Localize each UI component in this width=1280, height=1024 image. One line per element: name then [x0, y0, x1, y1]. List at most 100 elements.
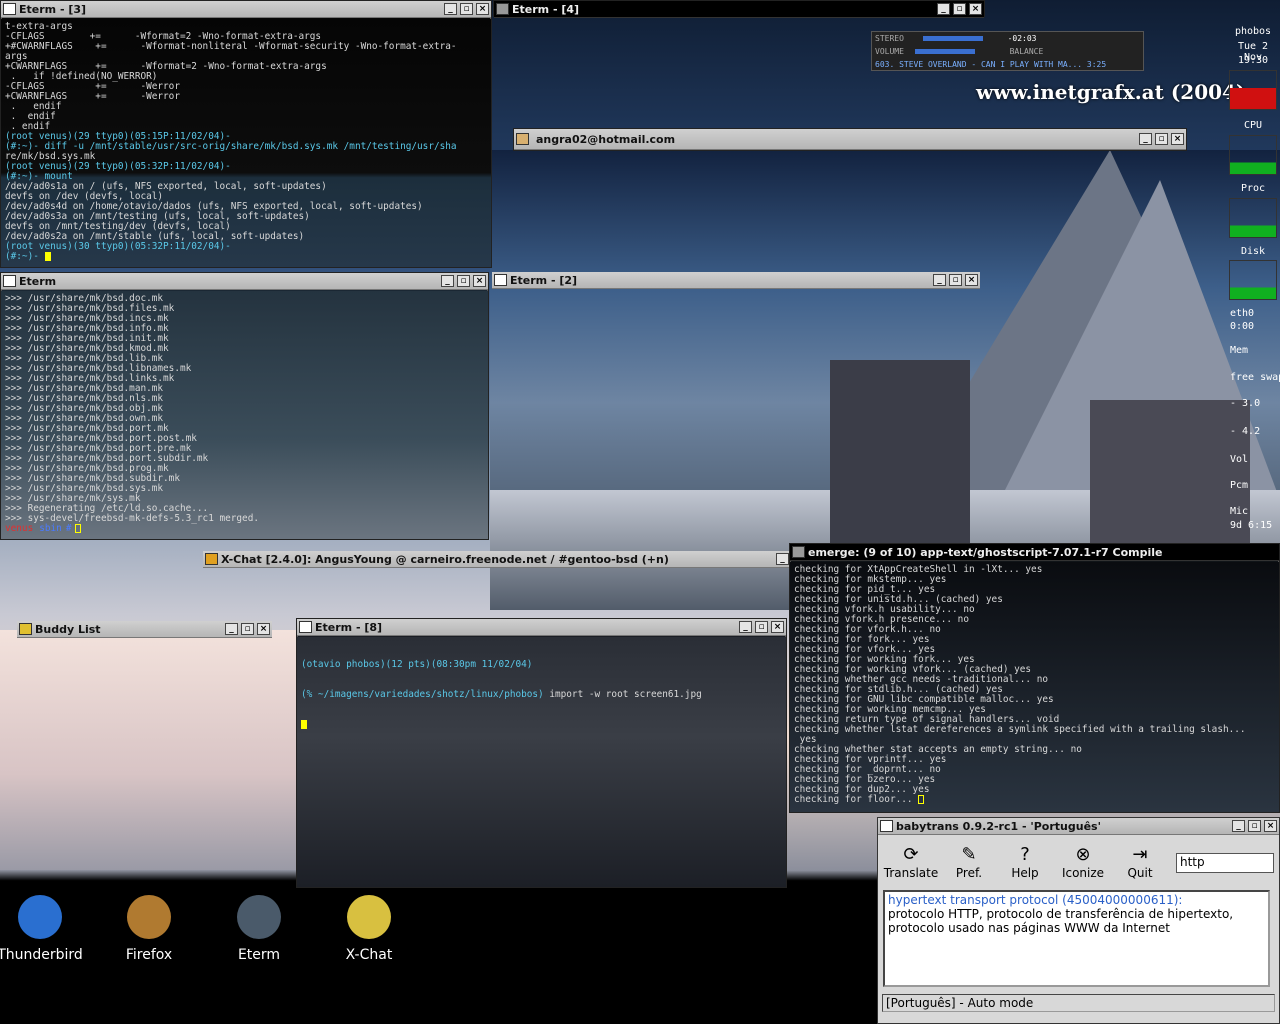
translation-output[interactable]: hypertext transport protocol (4500400000…: [883, 890, 1270, 987]
window-menu-icon[interactable]: [880, 820, 893, 832]
close-icon[interactable]: ×: [965, 274, 978, 286]
close-icon[interactable]: ×: [969, 3, 982, 15]
window-menu-icon[interactable]: [3, 275, 16, 287]
terminal-line: (root venus)(30 ttyp0)(05:32P:11/02/04)-: [5, 241, 231, 252]
maximize-icon[interactable]: ▫: [460, 3, 473, 15]
maximize-icon[interactable]: ▫: [949, 274, 962, 286]
pref-button[interactable]: ✎ Pref.: [939, 844, 999, 880]
buddy-list-titlebar[interactable]: Buddy List _ ▫ ×: [17, 621, 272, 638]
xmms-level-bar: [922, 36, 983, 41]
eterm3-titlebar[interactable]: Eterm - [3] _ ▫ ×: [1, 1, 491, 18]
minimize-icon[interactable]: _: [1232, 820, 1245, 832]
conky-swap-label: free swap: [1230, 372, 1280, 383]
close-icon[interactable]: ×: [1171, 133, 1184, 145]
prompt-host: venus: [5, 523, 34, 534]
window-title: Eterm: [19, 275, 57, 288]
eterm4-titlebar[interactable]: Eterm - [4] _ ▫ ×: [494, 1, 984, 18]
conky-mem-label: Mem: [1230, 345, 1249, 356]
msn-window[interactable]: angra02@hotmail.com _ ▫ ×: [513, 128, 1187, 151]
status-bar: [Português] - Auto mode: [882, 994, 1275, 1012]
window-menu-icon[interactable]: [3, 3, 16, 15]
xmms-volume-slider[interactable]: [914, 49, 975, 54]
close-icon[interactable]: ×: [771, 621, 784, 633]
translate-icon: ⟳: [903, 844, 919, 865]
close-icon[interactable]: ×: [1264, 820, 1277, 832]
eterm8-window[interactable]: Eterm - [8] _ ▫ × (otavio phobos)(12 pts)(…: [296, 618, 787, 888]
eterm2-window[interactable]: Eterm - [2] _ ▫ ×: [492, 272, 980, 289]
search-input[interactable]: http: [1176, 853, 1274, 873]
minimize-icon[interactable]: _: [225, 623, 238, 635]
close-icon[interactable]: ×: [476, 3, 489, 15]
babytrans-window[interactable]: babytrans 0.9.2-rc1 - 'Português' _ ▫ × ⟳ T…: [877, 817, 1280, 1024]
toolbar-label: Translate: [883, 866, 939, 880]
conky-pcm-label: Pcm: [1230, 480, 1249, 491]
desktop-icon-label: Eterm: [237, 947, 281, 963]
terminal-line: (root venus)(29 ttyp0)(05:32P:11/02/04)-: [5, 161, 231, 172]
desktop-icon-xchat[interactable]: X-Chat: [324, 895, 414, 963]
prompt-path: (% ~/imagens/variedades/shotz/linux/phob…: [301, 689, 544, 700]
xmms-player[interactable]: STEREO -02:03 VOLUME BALANCE 603. STEVE …: [871, 31, 1144, 71]
terminal-line: . endif: [5, 101, 62, 112]
window-menu-icon[interactable]: [792, 546, 805, 558]
xchat-window[interactable]: X-Chat [2.4.0]: AngusYoung @ carneiro.fr…: [203, 551, 823, 568]
maximize-icon[interactable]: ▫: [1248, 820, 1261, 832]
eterm-main-terminal[interactable]: >>> /usr/share/mk/bsd.doc.mk >>> /usr/sha…: [1, 291, 488, 539]
terminal-line: checking for floor...: [794, 794, 919, 805]
msn-titlebar[interactable]: angra02@hotmail.com _ ▫ ×: [514, 129, 1186, 150]
xmms-time: -02:03: [1007, 34, 1037, 43]
desktop-icon-eterm[interactable]: Eterm: [214, 895, 304, 963]
terminal-line: checking whether lstat dereferences a sy…: [794, 724, 1246, 735]
maximize-icon[interactable]: ▫: [241, 623, 254, 635]
disk-graph: [1229, 198, 1277, 238]
eterm2-titlebar[interactable]: Eterm - [2] _ ▫ ×: [492, 272, 980, 289]
conky-value-2: - 4.2: [1230, 426, 1261, 437]
maximize-icon[interactable]: ▫: [457, 275, 470, 287]
desktop-icon-firefox[interactable]: Firefox: [104, 895, 194, 963]
conky-eth0-label: eth0: [1230, 308, 1255, 319]
wallpaper-mountain: [490, 150, 1280, 610]
eterm3-window[interactable]: Eterm - [3] _ ▫ × t-extra-args -CFLAGS += -…: [0, 0, 492, 268]
close-icon[interactable]: ×: [257, 623, 270, 635]
quit-button[interactable]: ⇥ Quit: [1110, 844, 1170, 880]
minimize-icon[interactable]: _: [444, 3, 457, 15]
quit-icon: ⇥: [1132, 844, 1148, 865]
emerge-terminal[interactable]: checking for XtAppCreateShell in -lXt...…: [790, 562, 1279, 812]
minimize-icon[interactable]: _: [739, 621, 752, 633]
eterm-main-titlebar[interactable]: Eterm _ ▫ ×: [1, 273, 488, 290]
help-button[interactable]: ? Help: [995, 844, 1055, 880]
xmms-sliders[interactable]: VOLUME BALANCE: [875, 46, 1140, 57]
conky-disk-label: Disk: [1240, 246, 1266, 257]
xmms-volume-label: VOLUME: [875, 47, 904, 56]
close-icon[interactable]: ×: [473, 275, 486, 287]
maximize-icon[interactable]: ▫: [755, 621, 768, 633]
babytrans-titlebar[interactable]: babytrans 0.9.2-rc1 - 'Português' _ ▫ ×: [878, 818, 1279, 835]
iconize-button[interactable]: ⊗ Iconize: [1053, 844, 1113, 880]
maximize-icon[interactable]: ▫: [953, 3, 966, 15]
eterm8-titlebar[interactable]: Eterm - [8] _ ▫ ×: [297, 619, 786, 636]
emerge-window[interactable]: emerge: (9 of 10) app-text/ghostscript-7…: [789, 543, 1280, 813]
wallpaper-snowfield: [0, 630, 300, 870]
eterm3-terminal[interactable]: t-extra-args -CFLAGS += -Wformat=2 -Wno-f…: [1, 19, 491, 267]
xchat-titlebar[interactable]: X-Chat [2.4.0]: AngusYoung @ carneiro.fr…: [203, 551, 823, 568]
window-menu-icon[interactable]: [496, 3, 509, 15]
minimize-icon[interactable]: _: [776, 553, 789, 565]
translation-line-2: protocolo usado nas páginas WWW da Inter…: [888, 921, 1170, 935]
window-menu-icon[interactable]: [494, 274, 507, 286]
translate-button[interactable]: ⟳ Translate: [881, 844, 941, 880]
maximize-icon[interactable]: ▫: [1155, 133, 1168, 145]
minimize-icon[interactable]: _: [937, 3, 950, 15]
minimize-icon[interactable]: _: [1139, 133, 1152, 145]
conky-uptime: 9d 6:15: [1230, 520, 1273, 531]
eterm-main-window[interactable]: Eterm _ ▫ × >>> /usr/share/mk/bsd.doc.mk >>…: [0, 272, 489, 540]
xmms-mode: STEREO: [875, 34, 904, 43]
eterm4-window[interactable]: Eterm - [4] _ ▫ ×: [493, 0, 985, 18]
terminal-line: . endif: [5, 111, 56, 122]
window-menu-icon[interactable]: [299, 621, 312, 633]
buddy-list-window[interactable]: Buddy List _ ▫ ×: [17, 621, 272, 638]
emerge-titlebar[interactable]: emerge: (9 of 10) app-text/ghostscript-7…: [790, 544, 1279, 561]
minimize-icon[interactable]: _: [933, 274, 946, 286]
desktop-icon-thunderbird[interactable]: Thunderbird: [0, 895, 85, 963]
toolbar-label: Help: [1011, 866, 1039, 880]
minimize-icon[interactable]: _: [441, 275, 454, 287]
eterm8-terminal[interactable]: (otavio phobos)(12 pts)(08:30pm 11/02/04…: [297, 637, 786, 887]
